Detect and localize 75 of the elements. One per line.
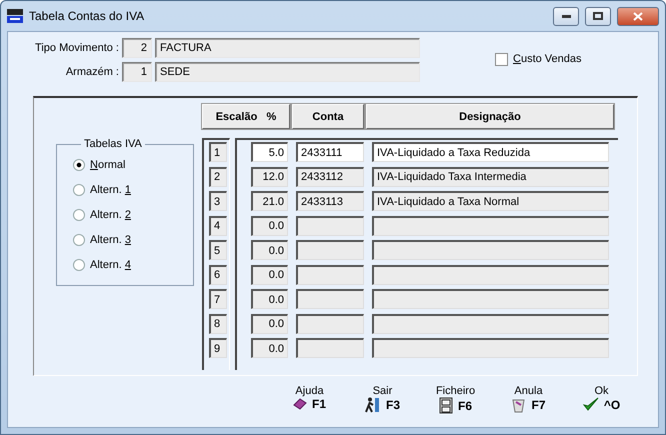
percent-field[interactable]: 0.0: [251, 338, 288, 358]
account-field[interactable]: 2433113: [296, 191, 364, 211]
description-field[interactable]: [372, 216, 609, 236]
row-number: 8: [209, 314, 227, 334]
checkbox-label: Custo Vendas: [513, 53, 582, 65]
percent-field[interactable]: 0.0: [251, 289, 288, 309]
description-field[interactable]: [372, 264, 609, 284]
percent-field[interactable]: 12.0: [251, 166, 288, 186]
code-field[interactable]: 1: [122, 62, 152, 82]
account-field[interactable]: 2433112: [296, 166, 364, 186]
row-number: 4: [209, 216, 227, 236]
radio-button[interactable]: [73, 258, 85, 270]
description-field[interactable]: [372, 240, 609, 260]
minimize-button[interactable]: [553, 6, 579, 26]
checkbox[interactable]: [495, 52, 508, 66]
field-label: Armazém :: [64, 66, 119, 78]
radio-button[interactable]: [73, 208, 85, 220]
maximize-button[interactable]: [585, 6, 611, 26]
row-number: 2: [209, 166, 227, 186]
row-number: 1: [209, 142, 227, 162]
row-number: 9: [209, 338, 227, 358]
description-field[interactable]: [372, 314, 609, 334]
account-field[interactable]: [296, 338, 364, 358]
radio-button[interactable]: [73, 234, 85, 246]
radio-label: Normal: [90, 158, 126, 170]
function-key-button[interactable]: Ajuda F1: [273, 385, 346, 421]
radio-label: Altern. 2: [90, 208, 131, 220]
percent-field[interactable]: 21.0: [251, 191, 288, 211]
column-header: Designação: [366, 104, 614, 129]
function-key-button[interactable]: Ok ^O: [565, 385, 638, 421]
account-field[interactable]: [296, 289, 364, 309]
percent-field[interactable]: 5.0: [251, 142, 288, 162]
row-number: 7: [209, 289, 227, 309]
close-icon: [633, 12, 643, 20]
description-field[interactable]: IVA-Liquidado Taxa Intermedia: [372, 166, 609, 186]
radio-button[interactable]: [73, 158, 85, 170]
name-field[interactable]: SEDE: [155, 62, 420, 82]
running-person-icon: [364, 397, 381, 413]
code-field[interactable]: 2: [122, 38, 152, 58]
minimize-icon: [562, 14, 570, 18]
radio-label: Altern. 3: [90, 234, 131, 246]
column-header: Conta: [292, 104, 364, 129]
description-field[interactable]: [372, 289, 609, 309]
account-field[interactable]: [296, 216, 364, 236]
description-field[interactable]: [372, 338, 609, 358]
percent-field[interactable]: 0.0: [251, 240, 288, 260]
name-field[interactable]: FACTURA: [155, 38, 420, 58]
maximize-icon: [593, 12, 603, 20]
function-key-button[interactable]: Anula F7: [492, 385, 565, 421]
group-title: Tabelas IVA: [83, 138, 143, 150]
function-key-button[interactable]: Sair F3: [346, 385, 419, 421]
filing-cabinet-icon: [438, 397, 453, 414]
account-field[interactable]: 2433111: [296, 142, 364, 162]
row-number: 3: [209, 191, 227, 211]
column-header: Escalão %: [202, 104, 290, 129]
account-field[interactable]: [296, 240, 364, 260]
radio-button[interactable]: [73, 184, 85, 196]
function-key-button[interactable]: Ficheiro F6: [419, 385, 492, 421]
row-number: 6: [209, 264, 227, 284]
description-field[interactable]: IVA-Liquidado a Taxa Normal: [372, 191, 609, 211]
checkmark-icon: [582, 397, 599, 412]
radio-label: Altern. 1: [90, 184, 131, 196]
field-label: Tipo Movimento :: [34, 42, 119, 54]
description-field[interactable]: IVA-Liquidado a Taxa Reduzida: [372, 142, 609, 162]
bin-icon: [511, 397, 526, 413]
account-field[interactable]: [296, 264, 364, 284]
account-field[interactable]: [296, 314, 364, 334]
percent-field[interactable]: 0.0: [251, 216, 288, 236]
percent-field[interactable]: 0.0: [251, 314, 288, 334]
radio-label: Altern. 4: [90, 258, 131, 270]
app-icon: [7, 9, 23, 23]
close-button[interactable]: [617, 6, 659, 26]
percent-field[interactable]: 0.0: [251, 264, 288, 284]
window-title: Tabela Contas do IVA: [29, 9, 146, 23]
row-number: 5: [209, 240, 227, 260]
